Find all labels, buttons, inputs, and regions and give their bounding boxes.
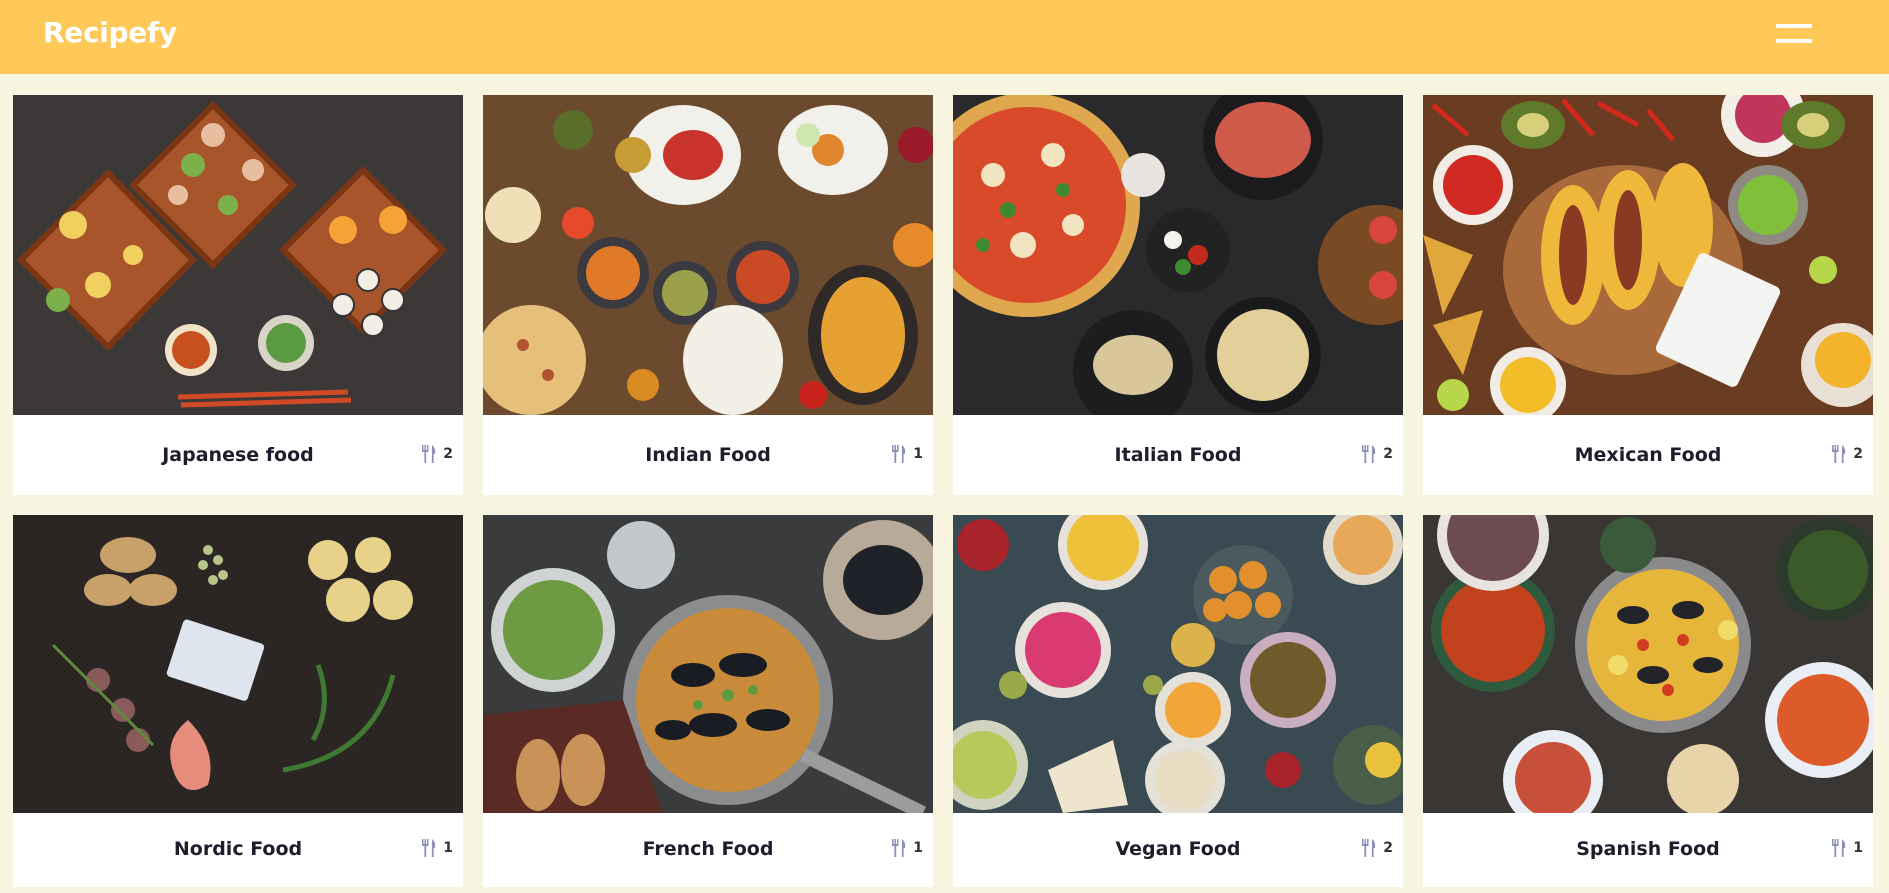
app-header: Recipefy bbox=[0, 0, 1889, 74]
hamburger-menu-icon[interactable] bbox=[1776, 24, 1812, 46]
category-name: Vegan Food bbox=[1115, 838, 1241, 860]
recipe-count-value: 1 bbox=[1853, 840, 1863, 856]
category-image bbox=[13, 515, 463, 813]
app-logo[interactable]: Recipefy bbox=[43, 16, 177, 49]
category-name: French Food bbox=[642, 838, 774, 860]
utensils-icon bbox=[1362, 839, 1376, 857]
category-image bbox=[953, 515, 1403, 813]
category-card-mexican[interactable]: Mexican Food 2 bbox=[1423, 95, 1873, 495]
category-name: Japanese food bbox=[162, 444, 314, 466]
category-card-vegan[interactable]: Vegan Food 2 bbox=[953, 515, 1403, 887]
recipe-count-value: 2 bbox=[1383, 840, 1393, 856]
recipe-count: 2 bbox=[1831, 445, 1863, 463]
category-name: Nordic Food bbox=[173, 838, 303, 860]
recipe-count: 2 bbox=[1361, 839, 1393, 857]
category-name: Spanish Food bbox=[1576, 838, 1720, 860]
recipe-count: 1 bbox=[1831, 839, 1863, 857]
category-name: Mexican Food bbox=[1574, 444, 1722, 466]
category-card-nordic[interactable]: Nordic Food 1 bbox=[13, 515, 463, 887]
category-card-spanish[interactable]: Spanish Food 1 bbox=[1423, 515, 1873, 887]
recipe-count: 2 bbox=[1361, 445, 1393, 463]
category-grid: Japanese food 2 Indian Food 1 Italian Fo… bbox=[13, 95, 1875, 887]
recipe-count-value: 2 bbox=[1853, 446, 1863, 462]
utensils-icon bbox=[422, 839, 436, 857]
category-image bbox=[953, 95, 1403, 415]
category-image bbox=[1423, 515, 1873, 813]
category-card-french[interactable]: French Food 1 bbox=[483, 515, 933, 887]
utensils-icon bbox=[892, 445, 906, 463]
recipe-count-value: 1 bbox=[913, 840, 923, 856]
category-card-italian[interactable]: Italian Food 2 bbox=[953, 95, 1403, 495]
utensils-icon bbox=[1362, 445, 1376, 463]
recipe-count-value: 1 bbox=[913, 446, 923, 462]
category-name: Italian Food bbox=[1114, 444, 1242, 466]
recipe-count: 1 bbox=[891, 445, 923, 463]
category-image bbox=[483, 95, 933, 415]
recipe-count-value: 2 bbox=[1383, 446, 1393, 462]
utensils-icon bbox=[422, 445, 436, 463]
category-image bbox=[13, 95, 463, 415]
category-card-japanese[interactable]: Japanese food 2 bbox=[13, 95, 463, 495]
utensils-icon bbox=[1832, 445, 1846, 463]
category-image bbox=[1423, 95, 1873, 415]
category-card-indian[interactable]: Indian Food 1 bbox=[483, 95, 933, 495]
recipe-count: 1 bbox=[421, 839, 453, 857]
recipe-count: 2 bbox=[421, 445, 453, 463]
utensils-icon bbox=[892, 839, 906, 857]
category-name: Indian Food bbox=[645, 444, 771, 466]
recipe-count: 1 bbox=[891, 839, 923, 857]
category-image bbox=[483, 515, 933, 813]
recipe-count-value: 2 bbox=[443, 446, 453, 462]
recipe-count-value: 1 bbox=[443, 840, 453, 856]
utensils-icon bbox=[1832, 839, 1846, 857]
